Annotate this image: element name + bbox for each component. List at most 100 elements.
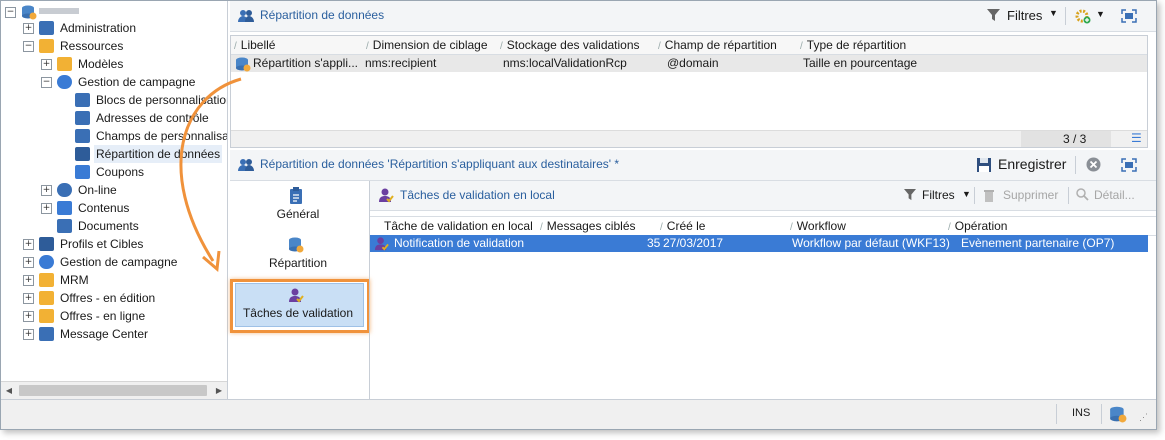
sort-icon: / xyxy=(790,222,793,233)
table-cell: 35 xyxy=(647,236,661,250)
sub-filters-label: Filtres xyxy=(922,188,955,202)
table-cell: 27/03/2017 xyxy=(663,236,724,250)
table-cell: nms:localValidationRcp xyxy=(503,56,627,70)
column-header-label: Messages ciblés xyxy=(546,219,636,233)
column-header[interactable]: / Stockage des validations xyxy=(500,36,640,54)
close-icon[interactable] xyxy=(1086,157,1101,172)
dropdown-arrow-icon[interactable]: ▼ xyxy=(962,189,971,199)
gear-add-icon[interactable] xyxy=(1075,8,1091,24)
collapse-toggle[interactable]: − xyxy=(23,41,34,52)
record-count: 3 / 3 xyxy=(1063,132,1087,146)
folder-resources-icon xyxy=(39,39,54,53)
maximize-icon[interactable] xyxy=(1121,9,1137,23)
column-header[interactable]: Tâche de validation en local xyxy=(384,217,533,235)
gear-icon xyxy=(39,21,54,35)
table-row[interactable]: Répartition s'appli... nms:recipient nms:l… xyxy=(231,55,1147,72)
expand-toggle[interactable]: + xyxy=(41,203,52,214)
campaign-icon xyxy=(57,75,72,89)
users-icon xyxy=(75,147,90,161)
detail-header: Répartition de données 'Répartition s'ap… xyxy=(230,150,1156,181)
offer-icon xyxy=(39,291,54,305)
tree-item-label: On-line xyxy=(78,183,117,197)
root-label-redacted xyxy=(39,8,79,14)
expand-toggle[interactable]: + xyxy=(23,293,34,304)
expand-toggle[interactable]: + xyxy=(23,275,34,286)
maximize-icon[interactable] xyxy=(1121,158,1137,172)
detail-title: Répartition de données 'Répartition s'ap… xyxy=(260,157,620,171)
detail-panel: Répartition de données 'Répartition s'ap… xyxy=(230,150,1156,399)
sub-toolbar: Tâches de validation en local Filtres ▼ … xyxy=(370,181,1156,211)
column-header[interactable]: / Libellé xyxy=(234,36,275,54)
list-title: Répartition de données xyxy=(260,8,385,22)
tab-validation-tasks-label: Tâches de validation xyxy=(242,306,354,320)
users-icon xyxy=(238,10,254,22)
users-icon xyxy=(39,237,54,251)
column-header[interactable]: / Créé le xyxy=(660,217,705,235)
collapse-toggle[interactable]: − xyxy=(41,77,52,88)
expand-toggle[interactable]: + xyxy=(41,59,52,70)
collapse-toggle[interactable]: − xyxy=(5,7,16,18)
column-header[interactable]: / Champ de répartition xyxy=(658,36,777,54)
globe-icon xyxy=(57,183,72,197)
delete-label: Supprimer xyxy=(1003,188,1059,202)
trash-icon xyxy=(984,190,994,202)
sort-icon: / xyxy=(658,41,661,52)
column-header[interactable]: / Dimension de ciblage xyxy=(366,36,488,54)
expand-toggle[interactable]: + xyxy=(23,23,34,34)
column-header[interactable]: / Type de répartition xyxy=(800,36,906,54)
validation-tasks-panel: Tâches de validation en local Filtres ▼ … xyxy=(369,181,1156,399)
column-header-label: Champ de répartition xyxy=(664,38,777,52)
detail-label: Détail... xyxy=(1094,188,1135,202)
database-icon xyxy=(289,237,304,253)
scroll-thumb[interactable] xyxy=(19,385,207,396)
table-cell: Notification de validation xyxy=(394,236,525,250)
column-header-label: Tâche de validation en local xyxy=(384,219,533,233)
column-header[interactable]: / Messages ciblés xyxy=(540,217,636,235)
tab-validation-tasks[interactable]: Tâches de validation xyxy=(230,279,370,333)
sub-title: Tâches de validation en local xyxy=(400,188,555,202)
toolbar-separator xyxy=(1065,7,1066,25)
resize-grip-icon[interactable]: ⋰ xyxy=(1139,412,1148,423)
save-label: Enregistrer xyxy=(998,156,1067,172)
user-validation-icon xyxy=(374,237,389,251)
column-header-label: Type de répartition xyxy=(806,38,907,52)
expand-toggle[interactable]: + xyxy=(23,257,34,268)
sort-icon: / xyxy=(660,222,663,233)
sort-icon: / xyxy=(948,222,951,233)
main-window: − + Administration − Ressources + Modèles − Ges… xyxy=(0,0,1157,430)
scroll-right-icon[interactable]: ▶ xyxy=(211,382,227,399)
list-menu-icon[interactable]: ☰ xyxy=(1131,131,1142,145)
tree-item-label: Offres - en édition xyxy=(60,291,156,305)
table-cell: Evènement partenaire (OP7) xyxy=(961,236,1115,250)
tree-item-label: Profils et Cibles xyxy=(60,237,144,251)
tree-horizontal-scrollbar[interactable]: ◀ ▶ xyxy=(1,381,227,399)
expand-toggle[interactable]: + xyxy=(23,311,34,322)
filter-icon xyxy=(987,9,1000,21)
annotation-arrow xyxy=(179,77,242,272)
expand-toggle[interactable]: + xyxy=(23,239,34,250)
distribution-list-panel: Répartition de données Filtres ▼ ▼ / Libe… xyxy=(230,1,1156,148)
database-status-icon[interactable] xyxy=(1109,405,1127,423)
tree-item-label: Modèles xyxy=(78,57,124,71)
database-icon xyxy=(22,5,37,20)
tree-item-label: Coupons xyxy=(96,165,145,179)
expand-toggle[interactable]: + xyxy=(41,185,52,196)
table-row[interactable]: Notification de validation 35 27/03/2017 Wo… xyxy=(370,235,1148,252)
column-header[interactable]: / Workflow xyxy=(790,217,846,235)
tree-item-label: Administration xyxy=(60,21,137,35)
column-header-label: Créé le xyxy=(666,219,706,233)
gear-dropdown-icon[interactable]: ▼ xyxy=(1096,9,1105,19)
column-header-label: Stockage des validations xyxy=(506,38,640,52)
offer-icon xyxy=(39,309,54,323)
tree-item-label: MRM xyxy=(60,273,89,287)
toolbar-separator xyxy=(1075,156,1076,174)
column-header[interactable]: / Opération xyxy=(948,217,1007,235)
sort-icon: / xyxy=(366,41,369,52)
filter-icon xyxy=(904,189,916,201)
expand-toggle[interactable]: + xyxy=(23,329,34,340)
column-header-label: Libellé xyxy=(240,38,276,52)
scroll-left-icon[interactable]: ◀ xyxy=(1,382,17,399)
dropdown-arrow-icon[interactable]: ▼ xyxy=(1049,8,1058,18)
list-icon xyxy=(75,93,90,107)
grid-footer: 3 / 3 ☰ xyxy=(231,130,1147,147)
